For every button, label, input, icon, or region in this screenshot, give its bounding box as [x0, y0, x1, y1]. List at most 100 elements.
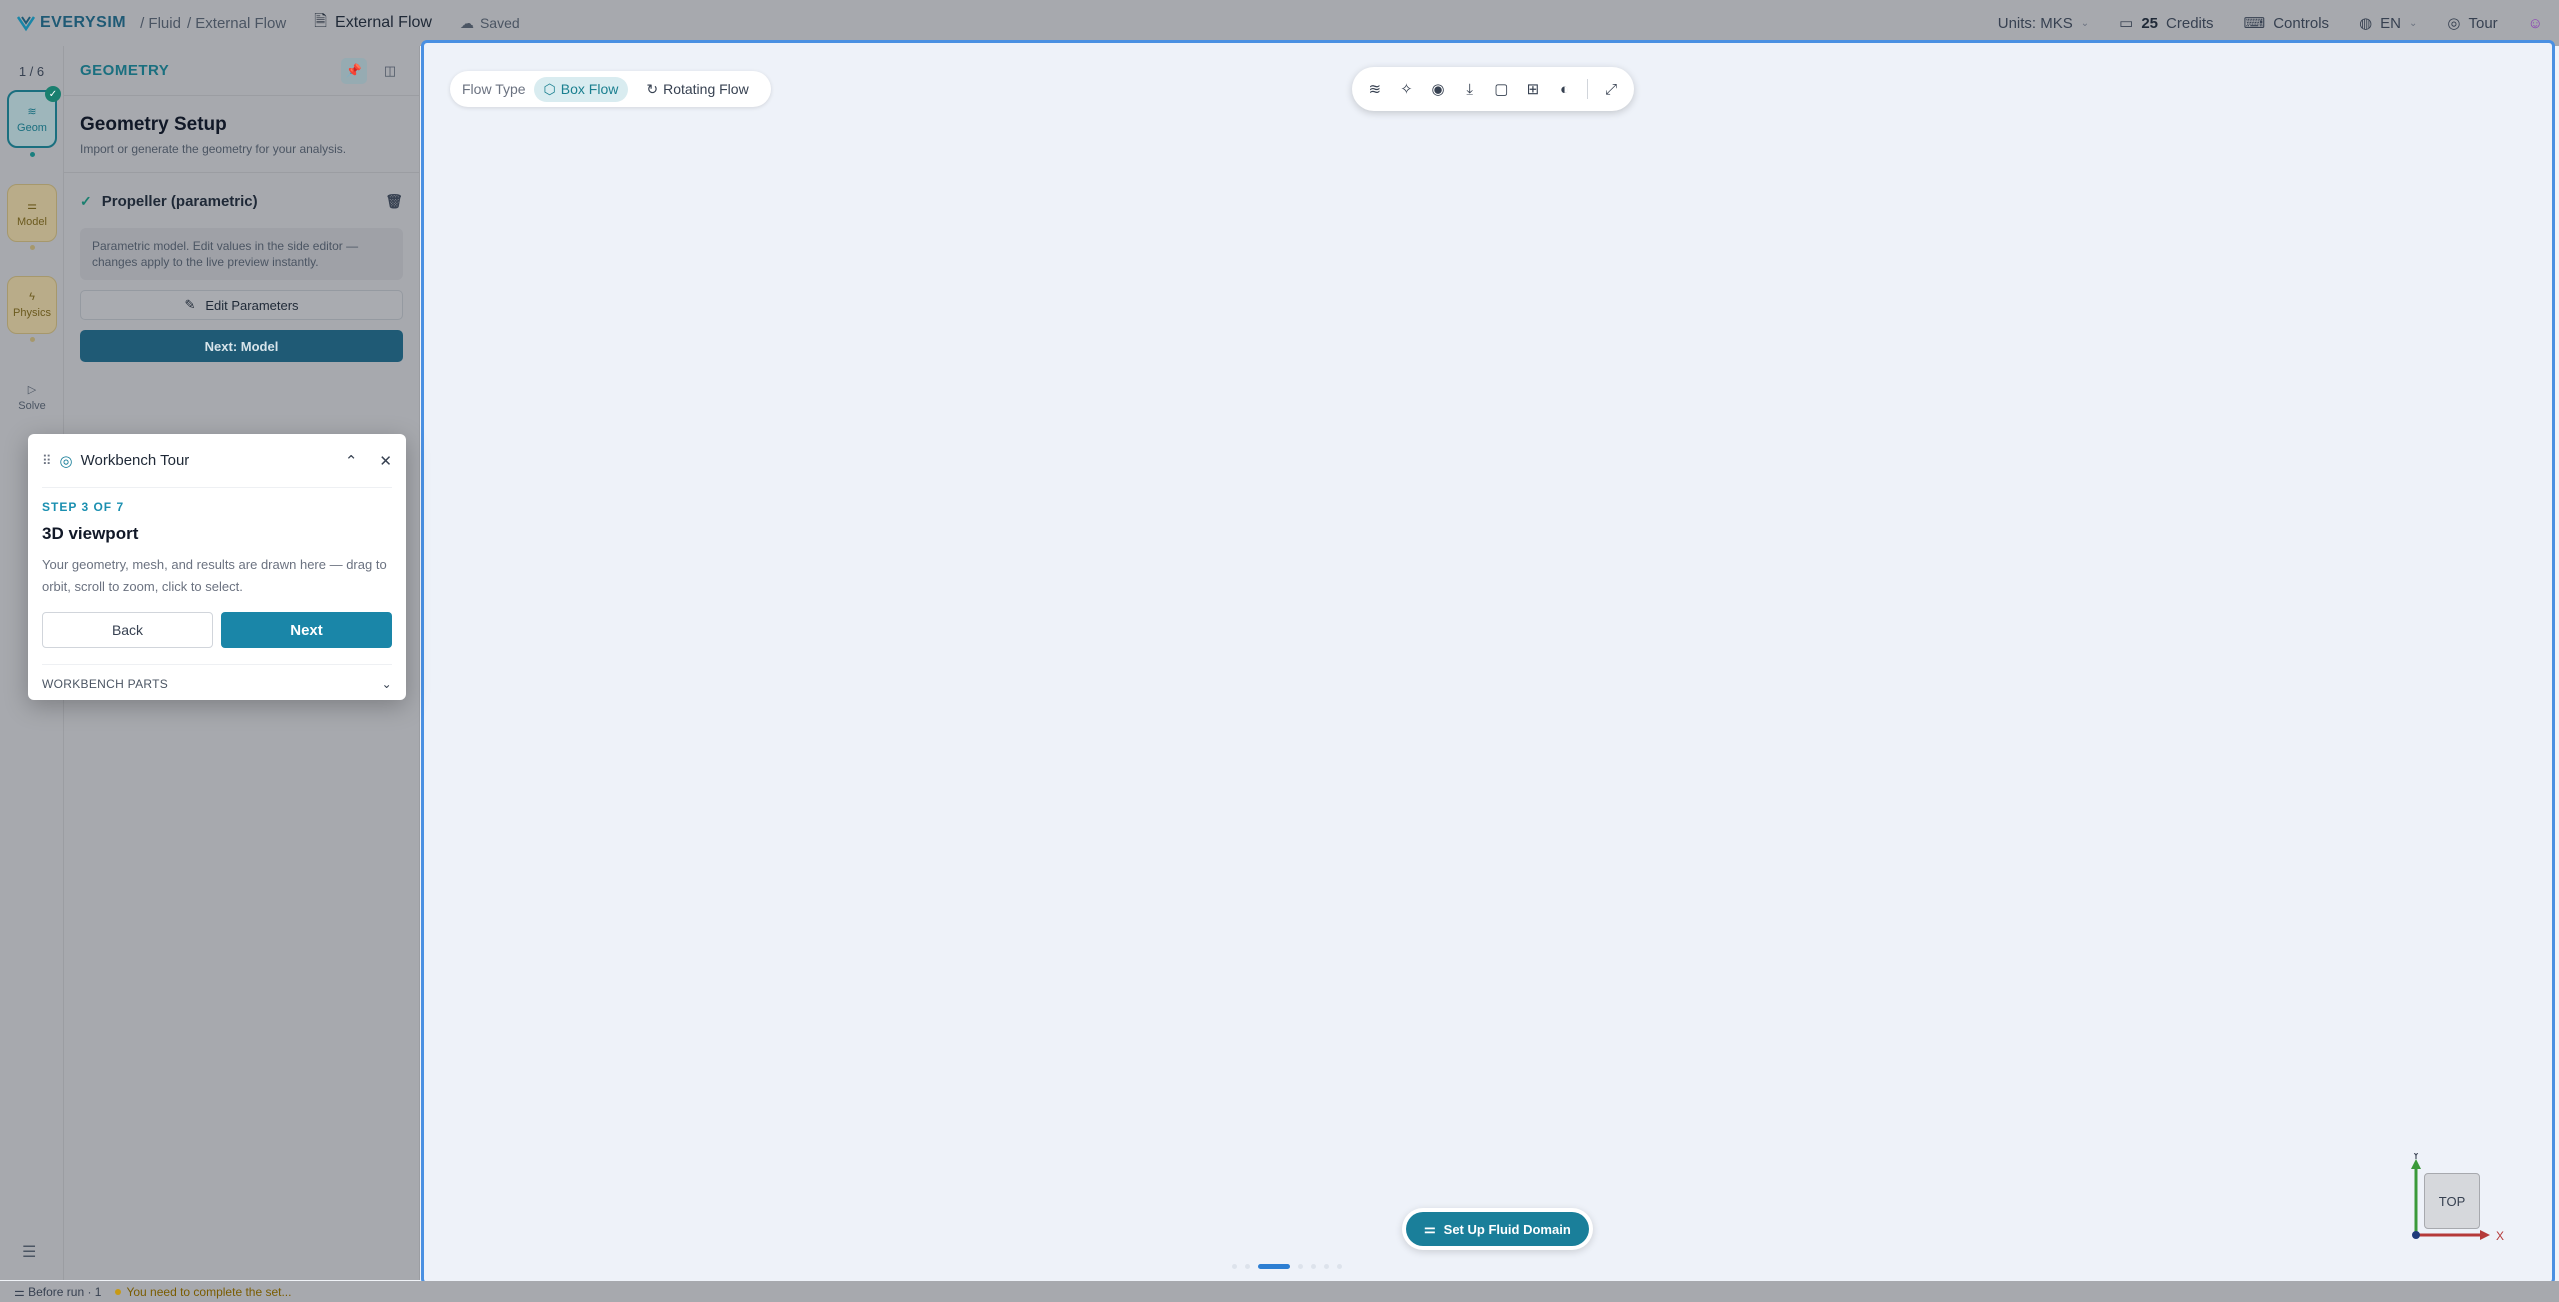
collapse-icon[interactable]: ⌃	[345, 452, 358, 470]
flow-option-label: Rotating Flow	[663, 81, 749, 97]
setup-fluid-domain-label: Set Up Fluid Domain	[1443, 1221, 1571, 1237]
rail-connector-dot	[30, 245, 35, 250]
brand-logo[interactable]: EVERYSIM	[16, 14, 126, 32]
square-icon[interactable]: ▢	[1493, 80, 1511, 98]
info-box: Parametric model. Edit values in the sid…	[80, 228, 403, 280]
edit-parameters-button[interactable]: ✎ Edit Parameters	[80, 290, 403, 320]
pencil-icon: ✎	[184, 297, 196, 312]
chevron-down-icon: ⌄	[2409, 17, 2418, 29]
axis-origin	[2412, 1231, 2420, 1239]
user-avatar[interactable]: ☺	[2528, 15, 2543, 32]
tour-back-button[interactable]: Back	[42, 612, 213, 648]
drag-handle-icon[interactable]: ⠿	[42, 453, 52, 469]
progress-dot	[1245, 1264, 1250, 1269]
gamepad-icon: ⌨	[2243, 15, 2266, 32]
rail-step-geom[interactable]: ✓ ≋ Geom	[7, 86, 61, 148]
breadcrumb-fluid[interactable]: / Fluid	[140, 15, 181, 32]
rail-connector-dot	[30, 152, 35, 157]
units-dropdown[interactable]: Units: MKS ⌄	[1998, 15, 2089, 32]
brand-name: EVERYSIM	[40, 14, 127, 31]
step-counter: 1 / 6	[18, 64, 45, 79]
play-icon: ▷	[27, 383, 37, 396]
geometry-item-name: Propeller (parametric)	[101, 193, 258, 210]
tour-step-indicator: STEP 3 OF 7	[42, 500, 125, 514]
3d-viewport[interactable]: Flow Type ⬡ Box Flow ↻ Rotating Flow ≋ ✧…	[421, 40, 2555, 1285]
compass-icon: ◎	[2447, 15, 2461, 32]
wand-icon[interactable]: ✧	[1398, 80, 1416, 98]
progress-dot	[1298, 1264, 1303, 1269]
save-status-text: Saved	[479, 15, 520, 31]
viewport-toolbar: ≋ ✧ ◉ ⤓ ▢ ⊞ ◐ ⤢	[1352, 67, 1634, 111]
rail-step-physics[interactable]: ϟ Physics	[7, 276, 57, 334]
rail-step-solve[interactable]: ▷ Solve	[7, 368, 57, 426]
avatar-icon: ☺	[2527, 14, 2543, 32]
lightning-icon: ϟ	[29, 291, 35, 303]
flow-option-box[interactable]: ⬡ Box Flow	[533, 76, 629, 102]
run-status[interactable]: ⚌ Before run · 1	[14, 1285, 101, 1299]
next-model-button[interactable]: Next: Model	[80, 330, 403, 362]
credits-label: Credits	[2166, 14, 2214, 32]
tour-label: Tour	[2468, 14, 2498, 32]
progress-active-bar	[1258, 1264, 1290, 1269]
rail-connector-dot	[30, 337, 35, 342]
status-bar: ⚌ Before run · 1 You need to complete th…	[0, 1281, 2559, 1302]
section-title: Geometry Setup	[80, 114, 227, 135]
layers-icon: ≋	[27, 105, 37, 118]
progress-dot	[1311, 1264, 1316, 1269]
trash-icon[interactable]: 🗑	[385, 193, 403, 210]
document-icon: 🗎	[314, 12, 328, 30]
tour-button[interactable]: ◎ Tour	[2447, 14, 2498, 33]
x-axis-label: X	[2496, 1229, 2504, 1243]
progress-dot	[1337, 1264, 1342, 1269]
compass-icon: ◎	[59, 452, 73, 470]
rail-step-label: Physics	[13, 307, 51, 319]
view-cube[interactable]: TOP	[2424, 1173, 2480, 1229]
view-cube-label: TOP	[2438, 1193, 2466, 1209]
flow-option-rotating[interactable]: ↻ Rotating Flow	[636, 77, 758, 102]
palette-icon[interactable]: ◐	[1556, 80, 1574, 98]
cube-icon: ⬡	[543, 80, 556, 97]
list-icon[interactable]: ☰	[22, 1242, 36, 1262]
grid-icon[interactable]: ⊞	[1524, 80, 1542, 98]
flow-type-label: Flow Type	[462, 81, 526, 97]
chevron-down-icon: ⌄	[381, 676, 392, 691]
controls-button[interactable]: ⌨ Controls	[2243, 14, 2330, 33]
rotate-icon: ↻	[646, 80, 659, 97]
breadcrumb-external-flow[interactable]: / External Flow	[187, 15, 286, 32]
globe-icon: ◍	[2359, 15, 2373, 32]
workbench-parts-toggle[interactable]: WORKBENCH PARTS ⌄	[42, 664, 392, 702]
tour-next-button[interactable]: Next	[221, 612, 392, 648]
cloud-icon: ☁	[459, 14, 474, 31]
language-dropdown[interactable]: ◍ EN ⌄	[2359, 14, 2418, 33]
rail-step-label: Model	[17, 215, 47, 228]
geometry-item[interactable]: ✓ Propeller (parametric) 🗑	[64, 173, 419, 220]
tour-progress	[1232, 1264, 1342, 1269]
run-status-text: Before run · 1	[28, 1284, 102, 1299]
rail-step-model[interactable]: ⚌ Model	[7, 184, 57, 242]
toolbar-divider	[1587, 79, 1589, 99]
sidebar-toggle-icon[interactable]: ◫	[377, 58, 403, 84]
pin-icon[interactable]: 📌	[341, 57, 367, 84]
flow-type-selector: Flow Type ⬡ Box Flow ↻ Rotating Flow	[450, 71, 771, 107]
rail-step-label: Solve	[18, 399, 46, 412]
layers-icon[interactable]: ≋	[1366, 80, 1384, 98]
fullscreen-icon[interactable]: ⤢	[1602, 80, 1620, 98]
tour-title: Workbench Tour	[80, 452, 190, 469]
check-icon: ✓	[45, 86, 61, 102]
x-axis-arrow	[2480, 1230, 2490, 1240]
controls-label: Controls	[2273, 14, 2330, 32]
progress-dot	[1324, 1264, 1329, 1269]
warning-dot-icon	[115, 1288, 122, 1295]
y-axis-label: Y	[2412, 1153, 2420, 1162]
camera-icon[interactable]: ◉	[1429, 80, 1447, 98]
warning-text: You need to complete the set...	[126, 1284, 292, 1299]
save-status: ☁ Saved	[460, 15, 520, 32]
sliders-icon: ⚌	[14, 1284, 29, 1299]
setup-fluid-domain-button[interactable]: ⚌ Set Up Fluid Domain	[1402, 1208, 1593, 1250]
credits-indicator[interactable]: ▭ 25 Credits	[2119, 14, 2214, 33]
download-icon[interactable]: ⤓	[1461, 80, 1479, 98]
language-label: EN	[2380, 14, 2401, 32]
document-title[interactable]: 🗎 External Flow	[314, 10, 432, 37]
warning-status[interactable]: You need to complete the set...	[115, 1285, 291, 1299]
close-icon[interactable]: ✕	[379, 452, 392, 470]
